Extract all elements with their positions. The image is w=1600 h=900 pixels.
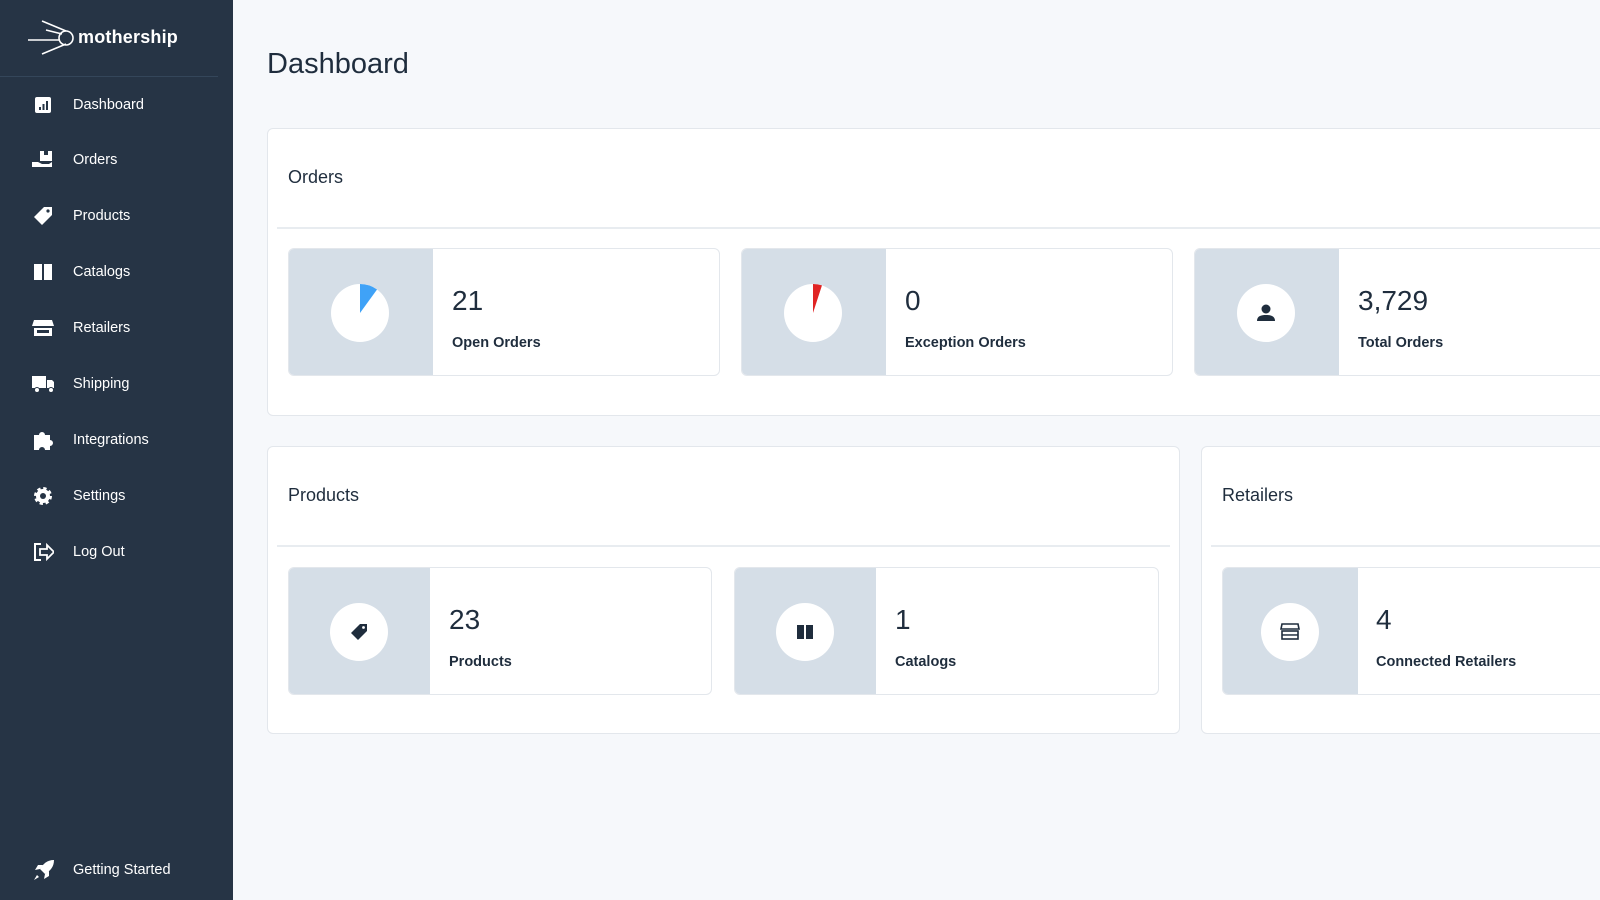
stat-value: 23 [449, 604, 481, 635]
sidebar-divider [0, 76, 218, 77]
logo[interactable]: mothership [28, 18, 178, 56]
stat-value: 3,729 [1358, 285, 1429, 316]
brand-name: mothership [78, 26, 179, 47]
stat-label: Products [449, 654, 512, 670]
tag-icon [32, 205, 54, 227]
user-icon [1237, 284, 1295, 342]
puzzle-icon [32, 429, 54, 451]
sidebar-item-label: Retailers [73, 320, 131, 336]
sidebar-item-dashboard[interactable]: Dashboard [0, 85, 233, 125]
stat-label: Exception Orders [905, 335, 1026, 351]
pie-icon [331, 284, 389, 342]
stat-total-orders[interactable]: 3,729 Total Orders [1194, 248, 1600, 376]
logo-icon [28, 20, 74, 55]
rocket-icon [32, 859, 54, 881]
truck-icon [32, 373, 54, 395]
stat-exception-orders[interactable]: 0 Exception Orders [741, 248, 1173, 376]
sidebar-item-orders[interactable]: Orders [0, 140, 233, 180]
stat-value: 0 [905, 285, 921, 316]
stat-label: Total Orders [1358, 335, 1444, 351]
store-icon [1261, 603, 1319, 661]
stat-label: Catalogs [895, 654, 957, 670]
sidebar: mothership Dashboard Orders Products Cat… [0, 0, 233, 900]
sidebar-item-products[interactable]: Products [0, 196, 233, 236]
box-hand-icon [32, 149, 54, 171]
sidebar-item-label: Getting Started [73, 862, 171, 878]
sidebar-item-shipping[interactable]: Shipping [0, 364, 233, 404]
sidebar-item-label: Catalogs [73, 264, 131, 280]
card-title: Products [288, 485, 360, 505]
pie-slice [360, 284, 378, 313]
sidebar-item-label: Integrations [73, 432, 149, 448]
stat-label: Connected Retailers [1376, 654, 1517, 670]
sidebar-item-label: Settings [73, 488, 126, 504]
gear-icon [32, 485, 54, 507]
sidebar-item-retailers[interactable]: Retailers [0, 308, 233, 348]
sidebar-item-label: Products [73, 208, 131, 224]
card-divider [1211, 545, 1600, 547]
sidebar-item-integrations[interactable]: Integrations [0, 420, 233, 460]
stat-value: 4 [1376, 604, 1392, 635]
sidebar-item-log-out[interactable]: Log Out [0, 532, 233, 572]
page-title: Dashboard [267, 48, 409, 80]
stat-products[interactable]: 23 Products [288, 567, 712, 695]
card-divider [277, 545, 1170, 547]
tag-icon [330, 603, 388, 661]
sidebar-item-label: Orders [73, 152, 118, 168]
sidebar-item-label: Dashboard [73, 97, 144, 113]
stat-value: 1 [895, 604, 911, 635]
sidebar-item-getting-started[interactable]: Getting Started [0, 850, 233, 890]
book-icon [32, 261, 54, 283]
pie-icon [784, 284, 842, 342]
card-title: Orders [288, 167, 344, 187]
logout-icon [32, 541, 54, 563]
book-icon [776, 603, 834, 661]
sidebar-item-label: Shipping [73, 376, 130, 392]
card-title: Retailers [1222, 485, 1294, 505]
sidebar-item-catalogs[interactable]: Catalogs [0, 252, 233, 292]
card-divider [277, 227, 1600, 229]
sidebar-item-label: Log Out [73, 544, 125, 560]
stat-catalogs[interactable]: 1 Catalogs [734, 567, 1159, 695]
stat-connected-retailers[interactable]: 4 Connected Retailers [1222, 567, 1600, 695]
stat-value: 21 [452, 285, 484, 316]
stat-open-orders[interactable]: 21 Open Orders [288, 248, 720, 376]
sidebar-item-settings[interactable]: Settings [0, 476, 233, 516]
stat-label: Open Orders [452, 335, 541, 351]
store-icon [32, 317, 54, 339]
pie-slice [813, 284, 822, 313]
bar-chart-icon [32, 94, 54, 116]
